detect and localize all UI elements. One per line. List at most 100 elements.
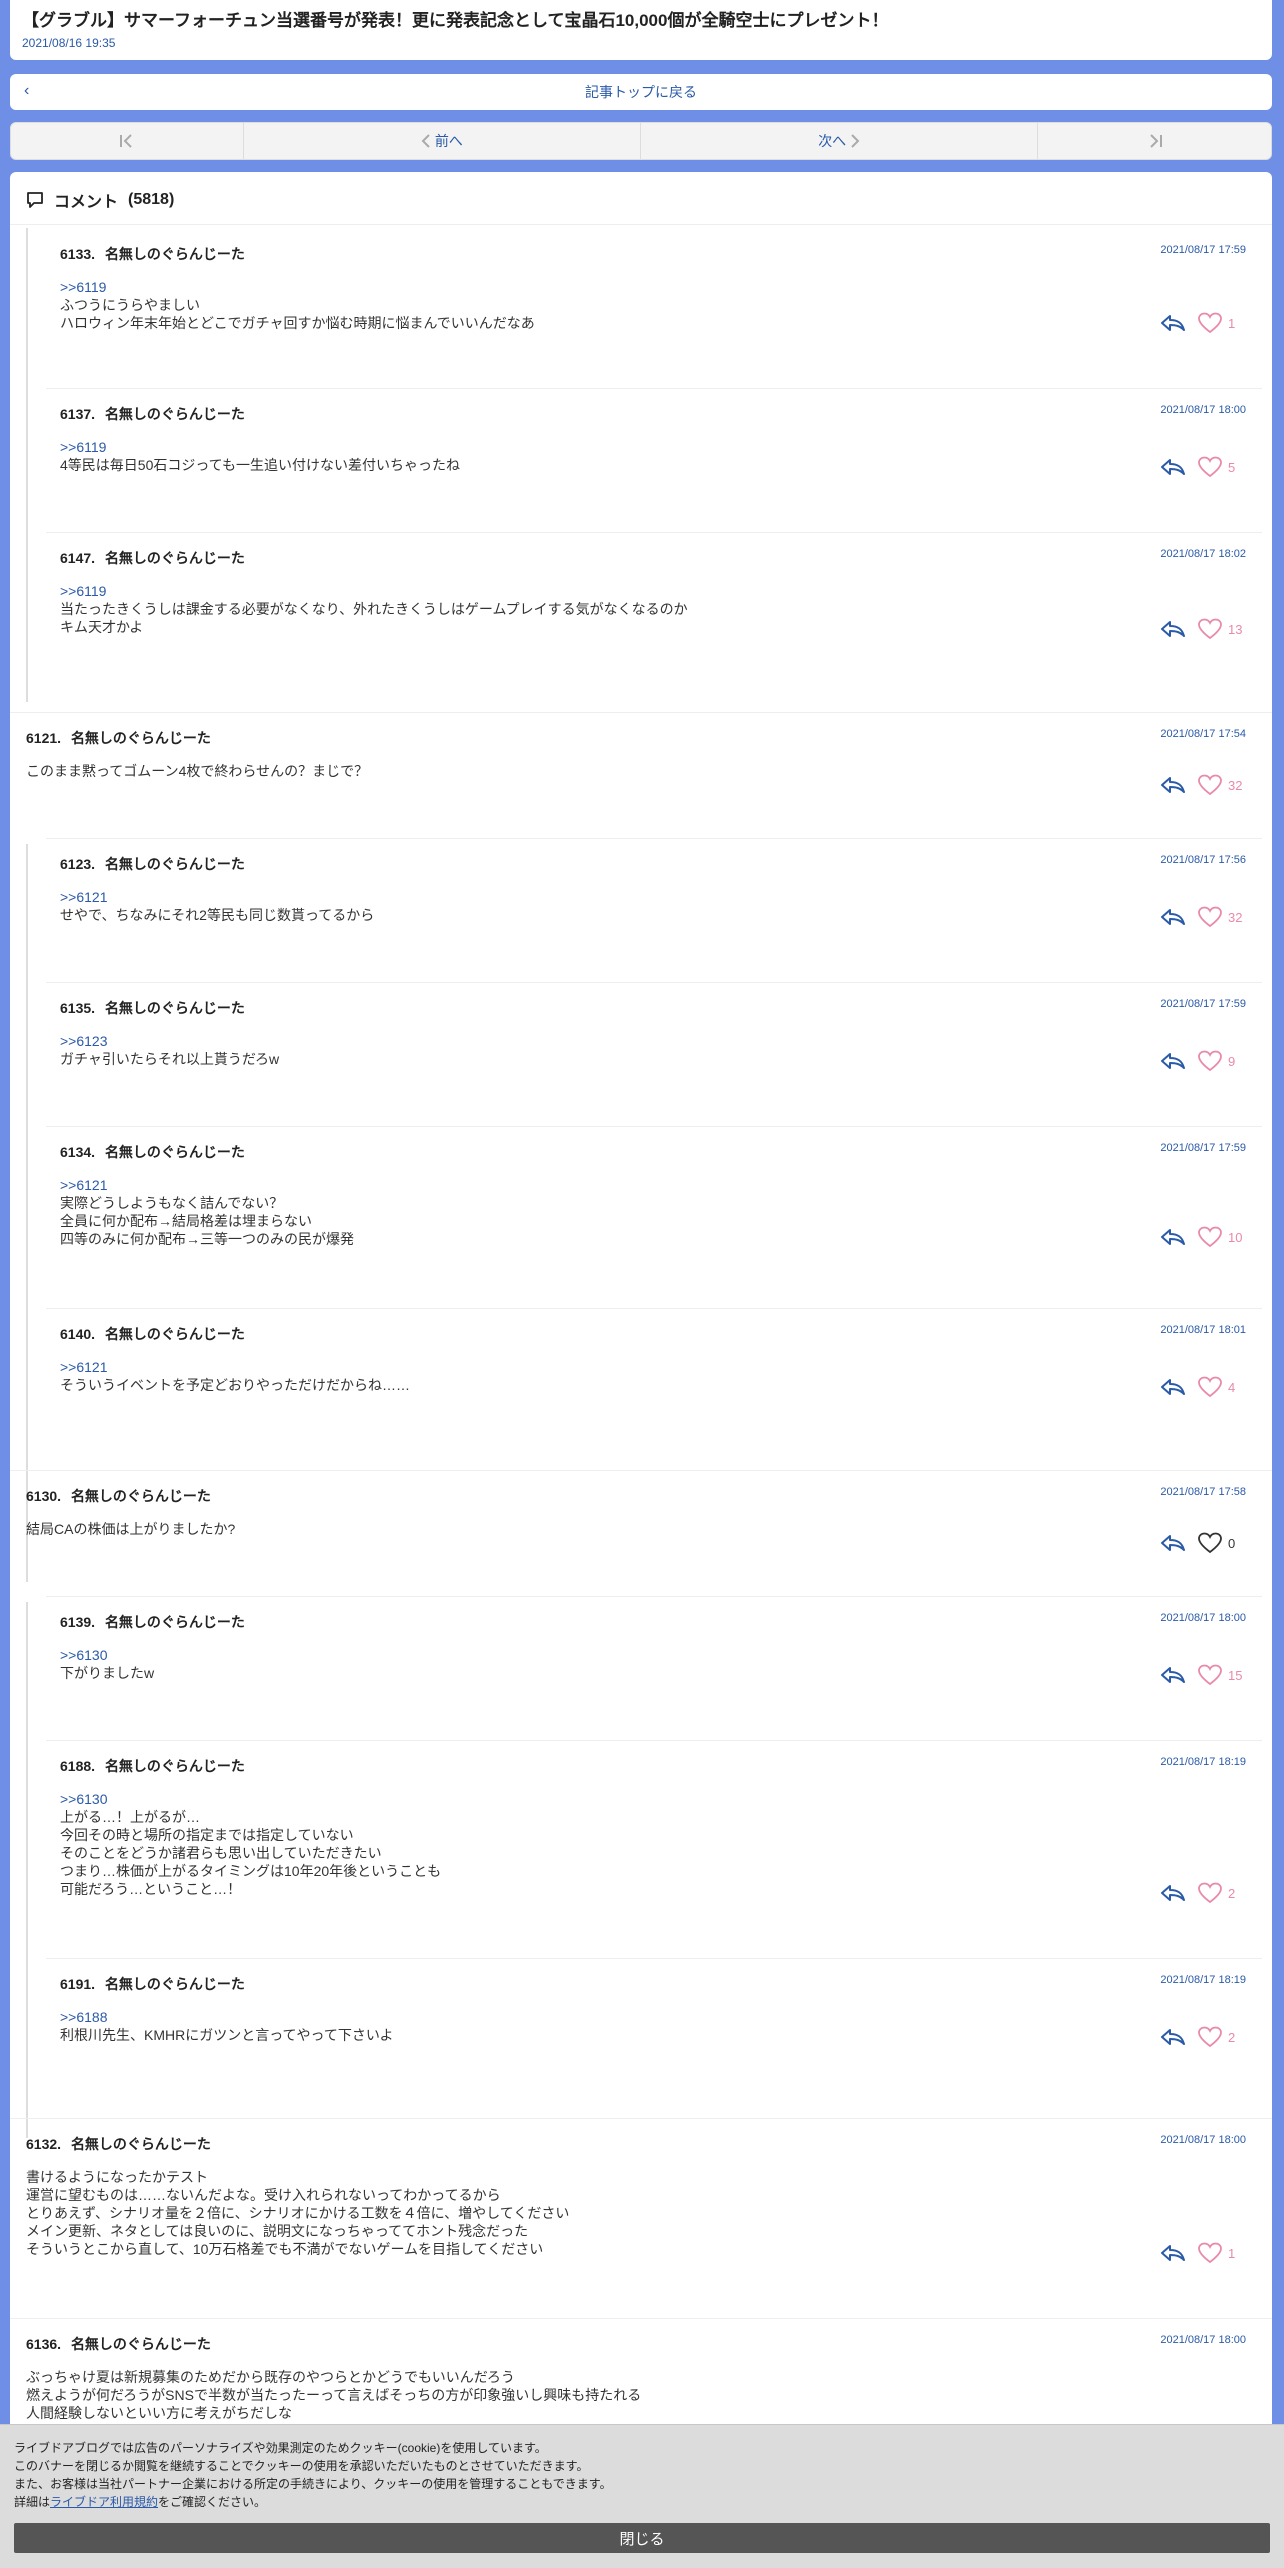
- comment-item: 6191. 名無しのぐらんじーた 2021/08/17 18:19 >>6188…: [60, 1974, 1246, 2054]
- reply-anchor-link[interactable]: >>6121: [60, 1358, 410, 1376]
- comment-item: 6121. 名無しのぐらんじーた 2021/08/17 17:54 このまま黙っ…: [26, 728, 1246, 802]
- comment-text-line: ガチャ引いたらそれ以上貰うだろw: [60, 1051, 280, 1067]
- comment-author: 名無しのぐらんじーた: [70, 730, 211, 746]
- like-count: 15: [1228, 1667, 1243, 1683]
- reply-button[interactable]: [1158, 2024, 1188, 2050]
- comment-author: 名無しのぐらんじーた: [70, 2136, 211, 2152]
- like-button[interactable]: 2: [1198, 1882, 1246, 1904]
- reply-anchor-link[interactable]: >>6119: [60, 438, 460, 456]
- like-button[interactable]: 4: [1198, 1376, 1246, 1398]
- comment-body: >>6119 4等民は毎日50石コジっても一生追い付けない差付いちゃったね: [60, 438, 460, 474]
- heart-icon: [1198, 2242, 1222, 2264]
- cookie-text-1: ライブドアブログでは広告のパーソナライズや効果測定のためクッキー(cookie)…: [14, 2441, 547, 2455]
- back-to-article-button[interactable]: ‹ 記事トップに戻る: [10, 74, 1272, 110]
- like-button[interactable]: 32: [1198, 906, 1246, 928]
- reply-anchor-link[interactable]: >>6130: [60, 1790, 441, 1808]
- reply-button[interactable]: [1158, 1530, 1188, 1556]
- comment-text-line: ふつうにうらやましい: [60, 297, 200, 313]
- comment-meta: 6123. 名無しのぐらんじーた: [60, 854, 245, 874]
- like-button[interactable]: 1: [1198, 2242, 1246, 2264]
- reply-arrow-icon: [1161, 1229, 1185, 1245]
- comments-header-label: コメント: [54, 194, 119, 211]
- comment-meta: 6135. 名無しのぐらんじーた: [60, 998, 245, 1018]
- comment-actions: 32: [1158, 904, 1246, 930]
- reply-button[interactable]: [1158, 310, 1188, 336]
- first-page-button[interactable]: [11, 123, 244, 159]
- comment-number: 6191.: [60, 1976, 96, 1992]
- comment-author: 名無しのぐらんじーた: [104, 1614, 245, 1630]
- comment-number: 6133.: [60, 246, 96, 262]
- last-page-button[interactable]: [1038, 123, 1271, 159]
- reply-arrow-icon: [1161, 2245, 1185, 2261]
- reply-button[interactable]: [1158, 1224, 1188, 1250]
- comment-author: 名無しのぐらんじーた: [104, 1758, 245, 1774]
- like-button[interactable]: 32: [1198, 774, 1246, 796]
- comment-actions: 10: [1158, 1224, 1246, 1250]
- reply-button[interactable]: [1158, 1880, 1188, 1906]
- like-button[interactable]: 2: [1198, 2026, 1246, 2048]
- reply-button[interactable]: [1158, 1662, 1188, 1688]
- terms-link[interactable]: ライブドア利用規約: [50, 2495, 158, 2509]
- comment-timestamp: 2021/08/17 18:00: [1160, 2134, 1246, 2146]
- comment-body: >>6130 上がる…！上がるが… 今回その時と場所の指定までは指定していない そのこ…: [60, 1790, 441, 1898]
- comment-body: >>6121 せやで、ちなみにそれ2等民も同じ数貰ってるから: [60, 888, 374, 924]
- comment-text-line: とりあえず、シナリオ量を２倍に、シナリオにかける工数を４倍に、増やしてください: [26, 2205, 570, 2221]
- cookie-text-4-prefix: 詳細は: [14, 2495, 51, 2509]
- cookie-text-2: このバナーを閉じるか閲覧を継続することでクッキーの使用を承認いただいたものとさせ…: [14, 2459, 589, 2473]
- like-count: 0: [1228, 1535, 1236, 1551]
- reply-anchor-link[interactable]: >>6188: [60, 2008, 394, 2026]
- comment-text-line: 今回その時と場所の指定までは指定していない: [60, 1827, 354, 1843]
- reply-button[interactable]: [1158, 904, 1188, 930]
- reply-anchor-link[interactable]: >>6121: [60, 888, 374, 906]
- reply-anchor-link[interactable]: >>6119: [60, 582, 688, 600]
- comment-meta: 6140. 名無しのぐらんじーた: [60, 1324, 245, 1344]
- comment-text-line: 上がる…！上がるが…: [60, 1809, 200, 1825]
- comment-text-line: 運営に望むものは……ないんだよな。受け入れられないってわかってるから: [26, 2187, 501, 2203]
- heart-icon: [1198, 618, 1222, 640]
- cookie-text-3: また、お客様は当社パートナー企業における所定の手続きにより、クッキーの使用を管理…: [14, 2477, 612, 2491]
- like-button[interactable]: 13: [1198, 618, 1246, 640]
- like-button[interactable]: 10: [1198, 1226, 1246, 1248]
- like-button[interactable]: 9: [1198, 1050, 1246, 1072]
- comment-item: 6130. 名無しのぐらんじーた 2021/08/17 17:58 結局CAの株…: [26, 1486, 1246, 1560]
- like-button[interactable]: 5: [1198, 456, 1246, 478]
- reply-arrow-icon: [1161, 1535, 1185, 1551]
- reply-button[interactable]: [1158, 616, 1188, 642]
- prev-page-button[interactable]: 前へ: [244, 123, 641, 159]
- reply-anchor-link[interactable]: >>6123: [60, 1032, 279, 1050]
- comment-item: 6137. 名無しのぐらんじーた 2021/08/17 18:00 >>6119…: [60, 404, 1246, 484]
- like-button[interactable]: 1: [1198, 312, 1246, 334]
- like-count: 4: [1228, 1379, 1236, 1395]
- comment-timestamp: 2021/08/17 17:59: [1160, 998, 1246, 1010]
- reply-button[interactable]: [1158, 772, 1188, 798]
- comment-actions: 32: [1158, 772, 1246, 798]
- comment-meta: 6136. 名無しのぐらんじーた: [26, 2334, 211, 2354]
- reply-button[interactable]: [1158, 2240, 1188, 2266]
- reply-anchor-link[interactable]: >>6130: [60, 1646, 154, 1664]
- comment-actions: 2: [1158, 1880, 1246, 1906]
- chevron-left-icon: [421, 134, 430, 148]
- like-button[interactable]: 0: [1198, 1532, 1246, 1554]
- article-title: 【グラブル】サマーフォーチュン当選番号が発表！更に発表記念として宝晶石10,00…: [22, 11, 889, 30]
- reply-button[interactable]: [1158, 454, 1188, 480]
- reply-anchor-link[interactable]: >>6119: [60, 278, 535, 296]
- like-button[interactable]: 15: [1198, 1664, 1246, 1686]
- next-page-button[interactable]: 次へ: [641, 123, 1039, 159]
- comments-section: コメント (5818) 6133. 名無しのぐらんじーた 2021/08/17 …: [10, 172, 1272, 2568]
- reply-anchor-link[interactable]: >>6121: [60, 1176, 354, 1194]
- reply-button[interactable]: [1158, 1048, 1188, 1074]
- reply-arrow-icon: [1161, 315, 1185, 331]
- comments-count: (5818): [128, 191, 175, 208]
- thread-line: [26, 1602, 28, 2138]
- comment-body: このまま黙ってゴムーン4枚で終わらせんの？まじで？: [26, 762, 368, 780]
- comment-meta: 6191. 名無しのぐらんじーた: [60, 1974, 245, 1994]
- comment-meta: 6134. 名無しのぐらんじーた: [60, 1142, 245, 1162]
- comment-author: 名無しのぐらんじーた: [70, 2336, 211, 2352]
- reply-button[interactable]: [1158, 1374, 1188, 1400]
- comment-text-line: 四等のみに何か配布→三等一つのみの民が爆発: [60, 1231, 354, 1247]
- comment-number: 6134.: [60, 1144, 96, 1160]
- comment-text-line: 4等民は毎日50石コジっても一生追い付けない差付いちゃったね: [60, 457, 460, 473]
- cookie-close-button[interactable]: 閉じる: [14, 2523, 1270, 2553]
- comment-body: >>6121 そういうイベントを予定どおりやっただけだからね……: [60, 1358, 410, 1394]
- comment-timestamp: 2021/08/17 17:54: [1160, 728, 1246, 740]
